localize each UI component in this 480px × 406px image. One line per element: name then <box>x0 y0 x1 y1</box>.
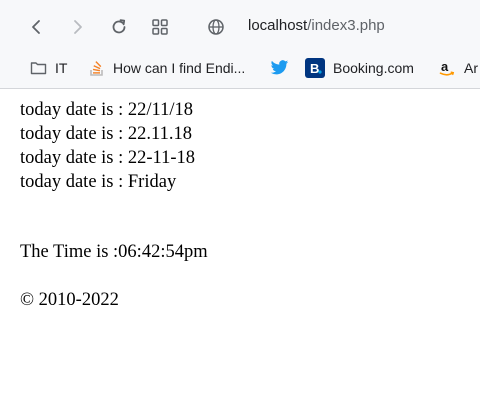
reload-button[interactable] <box>105 13 133 41</box>
svg-text:B: B <box>310 61 319 76</box>
url-host: localhost <box>248 17 308 34</box>
bookmark-label: How can I find Endi... <box>113 60 246 76</box>
bookmark-amazon[interactable]: a Ar <box>438 56 478 80</box>
forward-button[interactable] <box>64 13 92 41</box>
page-content: today date is : 22/11/18 today date is :… <box>20 98 470 312</box>
reload-icon <box>112 19 126 34</box>
bookmarks-bar: IT How can I find Endi... B Booking.com … <box>0 52 480 84</box>
bookmark-stackoverflow[interactable]: How can I find Endi... <box>89 56 245 80</box>
bookmark-label: Ar <box>464 60 478 76</box>
tab-grid-button[interactable] <box>146 13 174 41</box>
site-info-button[interactable] <box>202 13 230 41</box>
twitter-icon <box>270 60 289 76</box>
date-line: today date is : 22.11.18 <box>20 124 192 144</box>
bookmark-booking[interactable]: B Booking.com <box>305 56 414 80</box>
url-path: /index3.php <box>307 17 385 34</box>
forward-arrow-icon <box>74 20 82 34</box>
back-button[interactable] <box>22 13 50 41</box>
bookmark-twitter[interactable] <box>270 56 297 80</box>
bookmark-label: IT <box>55 60 68 76</box>
navigation-bar: localhost/index3.php <box>0 0 480 52</box>
folder-icon <box>30 61 47 75</box>
copyright-line: © 2010-2022 <box>20 290 119 310</box>
svg-text:a: a <box>441 59 449 74</box>
tab-grid-icon <box>152 19 168 35</box>
amazon-icon: a <box>438 59 456 77</box>
browser-chrome: localhost/index3.php IT How can I find E… <box>0 0 480 89</box>
bookmark-label: Booking.com <box>333 60 414 76</box>
date-line: today date is : 22-11-18 <box>20 148 196 168</box>
back-arrow-icon <box>32 20 40 34</box>
date-line: today date is : 22/11/18 <box>20 100 193 120</box>
time-line: The Time is :06:42:54pm <box>20 242 208 262</box>
day-line: today date is : Friday <box>20 172 177 192</box>
bookmark-it[interactable]: IT <box>30 56 67 80</box>
stackoverflow-icon <box>89 60 105 77</box>
globe-icon <box>208 19 224 35</box>
booking-icon: B <box>305 58 325 78</box>
address-bar[interactable]: localhost/index3.php <box>248 14 385 38</box>
